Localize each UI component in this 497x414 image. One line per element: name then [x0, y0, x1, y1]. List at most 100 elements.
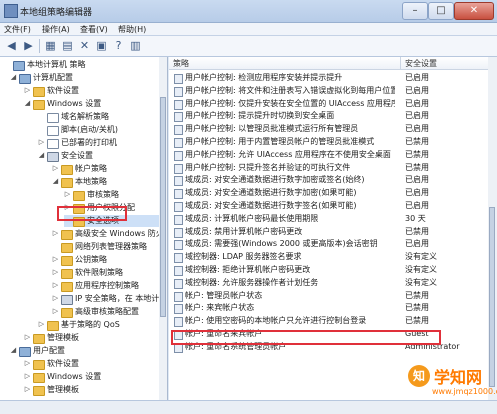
- policy-row[interactable]: 域成员: 对安全通道数据进行数字加密(如果可能) 已启用: [169, 187, 497, 200]
- tree-expander-icon[interactable]: ▷: [64, 191, 71, 198]
- tree-expander-icon[interactable]: ▷: [52, 269, 59, 276]
- export-list-icon[interactable]: ▥: [128, 38, 143, 53]
- tree-item[interactable]: 网络列表管理器策略: [52, 241, 160, 253]
- policy-row[interactable]: 域成员: 计算机帐户密码最长使用期限 30 天: [169, 213, 497, 225]
- tree-expander-icon[interactable]: ▷: [52, 295, 59, 302]
- tree-item[interactable]: ▷ 软件限制策略: [52, 267, 160, 279]
- tree-item[interactable]: ▷ 软件设置: [24, 358, 160, 370]
- policy-row[interactable]: 域成员: 对安全通道数据进行数字签名(如果可能) 已启用: [169, 200, 497, 212]
- minimize-button[interactable]: –: [402, 2, 428, 20]
- close-button[interactable]: ✕: [454, 2, 494, 20]
- policy-row[interactable]: 用户帐户控制: 用于内置管理员帐户的管理员批准模式 已禁用: [169, 136, 497, 148]
- properties-icon[interactable]: ▣: [94, 38, 109, 53]
- tree-item[interactable]: ◢ 本地策略: [52, 176, 160, 188]
- policy-row[interactable]: 用户帐户控制: 检测应用程序安装并提示提升 已启用: [169, 72, 497, 84]
- policy-row[interactable]: 域控制器: LDAP 服务器签名要求 没有定义: [169, 251, 497, 264]
- tree-expander-icon[interactable]: ▷: [24, 360, 31, 367]
- back-icon[interactable]: ◀: [4, 38, 19, 53]
- policy-setting: 没有定义: [405, 252, 437, 262]
- tree-item-label: 应用程序控制策略: [75, 281, 139, 290]
- horizontal-scrollbar[interactable]: [0, 400, 497, 414]
- policy-row[interactable]: 帐户: 来宾帐户状态 已禁用: [169, 302, 497, 315]
- tree-item[interactable]: ▷ 高级安全 Windows 防火: [52, 228, 164, 240]
- help-icon[interactable]: ?: [111, 38, 126, 53]
- tree-expander-icon[interactable]: ◢: [52, 178, 59, 185]
- tree-item[interactable]: ▷ 已部署的打印机: [38, 137, 160, 149]
- policy-row[interactable]: 域控制器: 拒绝计算机帐户密码更改 没有定义: [169, 264, 497, 276]
- tree-expander-icon[interactable]: [38, 126, 45, 133]
- tree-item[interactable]: ▷ Windows 设置: [24, 371, 160, 383]
- tree-expander-icon[interactable]: ◢: [38, 152, 45, 159]
- tree-expander-icon[interactable]: ▷: [52, 256, 59, 263]
- tree-expander-icon[interactable]: [4, 61, 11, 68]
- tree-expander-icon[interactable]: ▷: [52, 230, 59, 237]
- tree-expander-icon[interactable]: ▷: [38, 321, 45, 328]
- policy-row[interactable]: 域成员: 需要强(Windows 2000 或更高版本)会话密钥 已启用: [169, 238, 497, 251]
- menu-view[interactable]: 查看(V): [80, 24, 108, 35]
- tree-expander-icon[interactable]: ◢: [10, 74, 17, 81]
- tree-expander-icon[interactable]: ▷: [52, 282, 59, 289]
- tree-expander-icon[interactable]: ▷: [52, 165, 59, 172]
- policy-row[interactable]: 帐户: 管理员帐户状态 已禁用: [169, 290, 497, 302]
- tree-item[interactable]: ◢ 用户配置: [10, 345, 160, 357]
- tree-expander-icon[interactable]: ▷: [52, 308, 59, 315]
- tree-expander-icon[interactable]: [52, 243, 59, 250]
- tree-expander-icon[interactable]: ▷: [24, 334, 31, 341]
- tree-expander-icon[interactable]: ▷: [24, 386, 31, 393]
- tree-item[interactable]: ▷ 高级审核策略配置: [52, 306, 160, 318]
- column-header-setting[interactable]: 安全设置: [401, 57, 497, 70]
- tree-item[interactable]: ▷ 基于策略的 QoS: [38, 319, 160, 331]
- shield-icon: [47, 152, 59, 162]
- tree-item[interactable]: ▷ 应用程序控制策略: [52, 280, 160, 292]
- policy-row[interactable]: 域控制器: 允许服务器操作者计划任务 没有定义: [169, 277, 497, 289]
- tree-expander-icon[interactable]: ◢: [24, 100, 31, 107]
- policy-row[interactable]: 域成员: 对安全通道数据进行数字加密或签名(始终) 已启用: [169, 174, 497, 187]
- policy-row[interactable]: 用户帐户控制: 以管理员批准模式运行所有管理员 已启用: [169, 123, 497, 136]
- doc-icon: [47, 139, 59, 149]
- policy-row[interactable]: 用户帐户控制: 将文件和注册表写入错误虚拟化到每用户位置 已启用: [169, 85, 497, 97]
- show-tree-icon[interactable]: ▦: [43, 38, 58, 53]
- policy-name: 用户帐户控制: 以管理员批准模式运行所有管理员: [185, 124, 359, 134]
- policy-name: 用户帐户控制: 只提升签名并验证的可执行文件: [185, 162, 351, 172]
- tree-expander-icon[interactable]: [38, 113, 45, 120]
- tree-item[interactable]: ◢ 计算机配置: [10, 72, 160, 84]
- tree-expander-icon[interactable]: ◢: [10, 347, 17, 354]
- delete-icon[interactable]: ✕: [77, 38, 92, 53]
- policy-name: 域控制器: LDAP 服务器签名要求: [185, 252, 302, 262]
- tree-item[interactable]: ◢ 安全设置: [38, 150, 160, 162]
- policy-setting: 已禁用: [405, 162, 429, 172]
- menu-action[interactable]: 操作(A): [42, 24, 70, 35]
- tree-item[interactable]: ▷ 软件设置: [24, 85, 160, 97]
- tree-item[interactable]: ▷ 公钥策略: [52, 254, 160, 266]
- policy-row[interactable]: 用户帐户控制: 允许 UIAccess 应用程序在不使用安全桌面 已禁用: [169, 149, 497, 161]
- column-header-policy[interactable]: 策略: [169, 57, 401, 70]
- tree-scroll-thumb[interactable]: [160, 97, 166, 317]
- policy-row[interactable]: 域成员: 禁用计算机帐户密码更改 已禁用: [169, 226, 497, 238]
- tree-item[interactable]: ◢ Windows 设置: [24, 98, 160, 110]
- tree-expander-icon[interactable]: ▷: [38, 139, 45, 146]
- policy-row[interactable]: 用户帐户控制: 只提升签名并验证的可执行文件 已禁用: [169, 162, 497, 174]
- folder-icon: [33, 87, 45, 97]
- tree-expander-icon[interactable]: ▷: [24, 373, 31, 380]
- tree-item[interactable]: ▷ 帐户策略: [52, 163, 160, 175]
- list-scroll-thumb[interactable]: [489, 207, 495, 387]
- policy-row[interactable]: 用户帐户控制: 仅提升安装在安全位置的 UIAccess 应用程序 已启用: [169, 98, 497, 110]
- tree-item[interactable]: 本地计算机 策略: [4, 59, 160, 71]
- tree-item[interactable]: 域名解析策略: [38, 111, 160, 123]
- tree-expander-icon[interactable]: ▷: [24, 87, 31, 94]
- forward-icon[interactable]: ▶: [21, 38, 36, 53]
- properties-list-icon[interactable]: ▤: [60, 38, 75, 53]
- tree-scrollbar[interactable]: [159, 57, 167, 400]
- menu-help[interactable]: 帮助(H): [118, 24, 146, 35]
- policy-row[interactable]: 用户帐户控制: 提示提升时切换到安全桌面 已启用: [169, 110, 497, 123]
- tree-item[interactable]: ▷ 管理模板: [24, 384, 160, 396]
- tree-item[interactable]: ▷ IP 安全策略，在 本地计: [52, 293, 160, 305]
- policy-row[interactable]: 帐户: 使用空密码的本地帐户只允许进行控制台登录 已禁用: [169, 315, 497, 328]
- list-scrollbar[interactable]: [488, 57, 497, 400]
- policy-setting: 没有定义: [405, 265, 437, 274]
- tree-item[interactable]: 脚本(启动/关机): [38, 124, 160, 136]
- menu-file[interactable]: 文件(F): [4, 24, 31, 35]
- maximize-button[interactable]: □: [428, 2, 454, 20]
- tree-item[interactable]: ▷ 管理模板: [24, 332, 160, 344]
- tree-item[interactable]: ▷ 审核策略: [64, 189, 160, 201]
